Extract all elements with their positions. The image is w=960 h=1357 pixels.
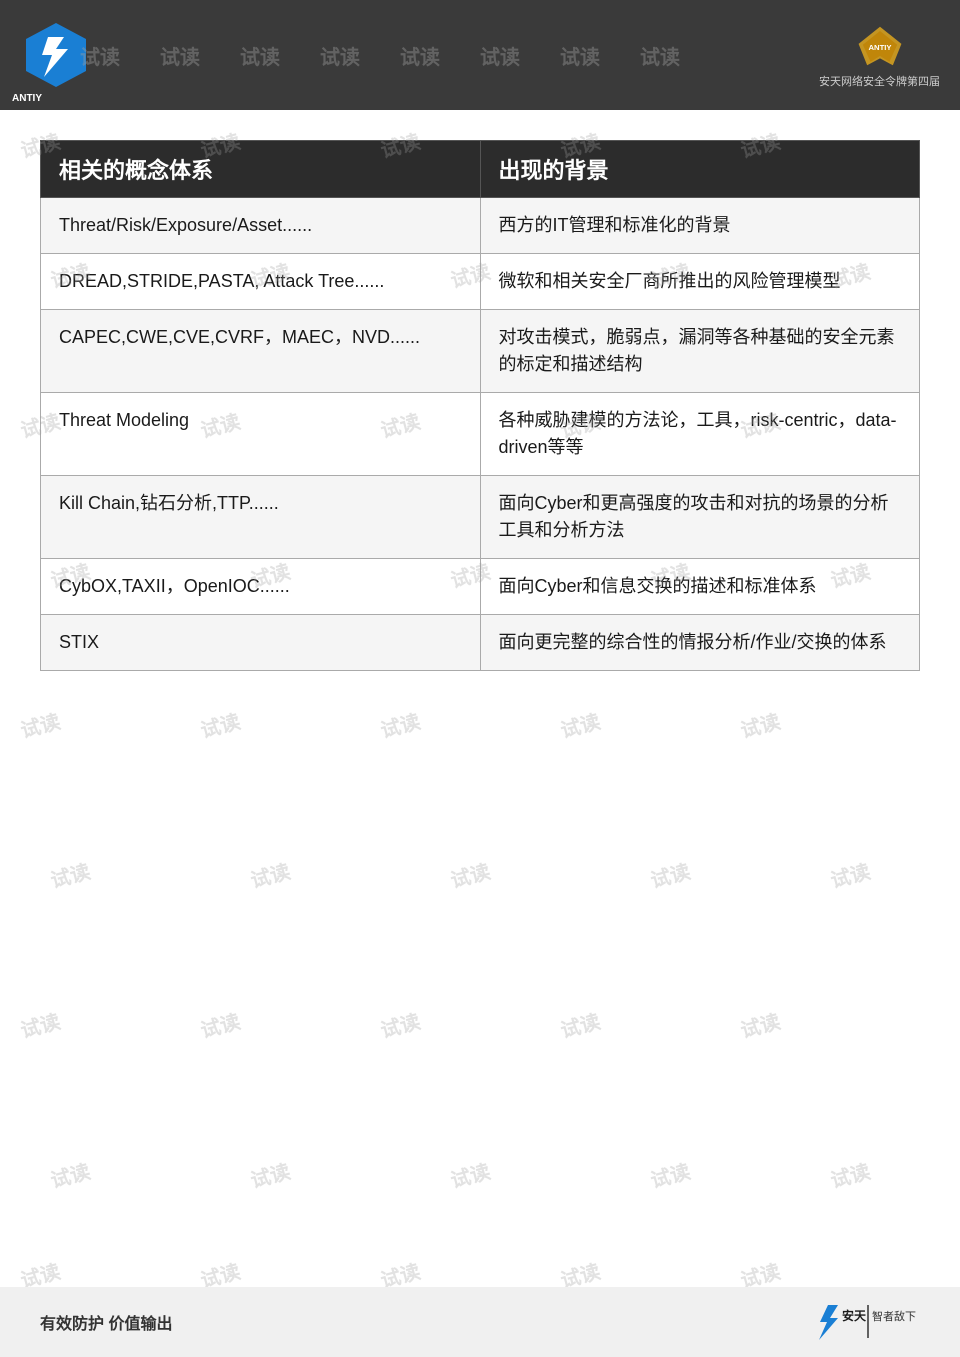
header-watermarks: 试读 试读 试读 试读 试读 试读 试读 试读 xyxy=(80,0,800,110)
svg-text:ANTIY: ANTIY xyxy=(868,43,892,52)
header-wm-5: 试读 xyxy=(400,41,440,70)
table-cell-concept: CybOX,TAXII，OpenIOC...... xyxy=(41,559,481,615)
table-row: CybOX,TAXII，OpenIOC......面向Cyber和信息交换的描述… xyxy=(41,559,920,615)
header-wm-4: 试读 xyxy=(320,41,360,70)
table-cell-concept: Kill Chain,钻石分析,TTP...... xyxy=(41,476,481,559)
col1-header: 相关的概念体系 xyxy=(41,141,481,198)
table-cell-background: 面向更完整的综合性的情报分析/作业/交换的体系 xyxy=(480,615,920,671)
table-row: DREAD,STRIDE,PASTA, Attack Tree......微软和… xyxy=(41,254,920,310)
footer-logo-svg: 安天 智者敌下 xyxy=(810,1300,920,1345)
header-wm-6: 试读 xyxy=(480,41,520,70)
footer-tagline: 有效防护 价值输出 xyxy=(40,1310,172,1334)
header-wm-7: 试读 xyxy=(560,41,600,70)
table-row: Threat/Risk/Exposure/Asset......西方的IT管理和… xyxy=(41,198,920,254)
header: ANTIY 试读 试读 试读 试读 试读 试读 试读 试读 ANTIY 安天网络… xyxy=(0,0,960,110)
header-wm-3: 试读 xyxy=(240,41,280,70)
right-logo-text: 安天网络安全令牌第四届 xyxy=(819,73,940,89)
table-cell-background: 面向Cyber和更高强度的攻击和对抗的场景的分析工具和分析方法 xyxy=(480,476,920,559)
col2-header: 出现的背景 xyxy=(480,141,920,198)
header-right-logo: ANTIY 安天网络安全令牌第四届 xyxy=(819,21,940,89)
right-logo-icon: ANTIY xyxy=(850,21,910,71)
table-cell-concept: CAPEC,CWE,CVE,CVRF，MAEC，NVD...... xyxy=(41,310,481,393)
svg-text:安天: 安天 xyxy=(842,1308,867,1323)
table-row: Threat Modeling各种威胁建模的方法论，工具，risk-centri… xyxy=(41,393,920,476)
table-row: Kill Chain,钻石分析,TTP......面向Cyber和更高强度的攻击… xyxy=(41,476,920,559)
table-cell-background: 各种威胁建模的方法论，工具，risk-centric，data-driven等等 xyxy=(480,393,920,476)
table-cell-concept: STIX xyxy=(41,615,481,671)
main-content: 相关的概念体系 出现的背景 Threat/Risk/Exposure/Asset… xyxy=(0,110,960,691)
table-row: STIX面向更完整的综合性的情报分析/作业/交换的体系 xyxy=(41,615,920,671)
footer: 有效防护 价值输出 安天 智者敌下 xyxy=(0,1287,960,1357)
svg-text:智者敌下: 智者敌下 xyxy=(872,1309,916,1323)
footer-logo: 安天 智者敌下 xyxy=(810,1300,920,1345)
table-cell-background: 面向Cyber和信息交换的描述和标准体系 xyxy=(480,559,920,615)
antiy-text: ANTIY xyxy=(12,93,42,104)
table-row: CAPEC,CWE,CVE,CVRF，MAEC，NVD......对攻击模式，脆… xyxy=(41,310,920,393)
concepts-table: 相关的概念体系 出现的背景 Threat/Risk/Exposure/Asset… xyxy=(40,140,920,671)
table-cell-background: 微软和相关安全厂商所推出的风险管理模型 xyxy=(480,254,920,310)
table-cell-background: 西方的IT管理和标准化的背景 xyxy=(480,198,920,254)
table-cell-concept: Threat/Risk/Exposure/Asset...... xyxy=(41,198,481,254)
table-cell-background: 对攻击模式，脆弱点，漏洞等各种基础的安全元素的标定和描述结构 xyxy=(480,310,920,393)
header-wm-8: 试读 xyxy=(640,41,680,70)
table-cell-concept: DREAD,STRIDE,PASTA, Attack Tree...... xyxy=(41,254,481,310)
header-wm-1: 试读 xyxy=(80,41,120,70)
table-cell-concept: Threat Modeling xyxy=(41,393,481,476)
header-wm-2: 试读 xyxy=(160,41,200,70)
